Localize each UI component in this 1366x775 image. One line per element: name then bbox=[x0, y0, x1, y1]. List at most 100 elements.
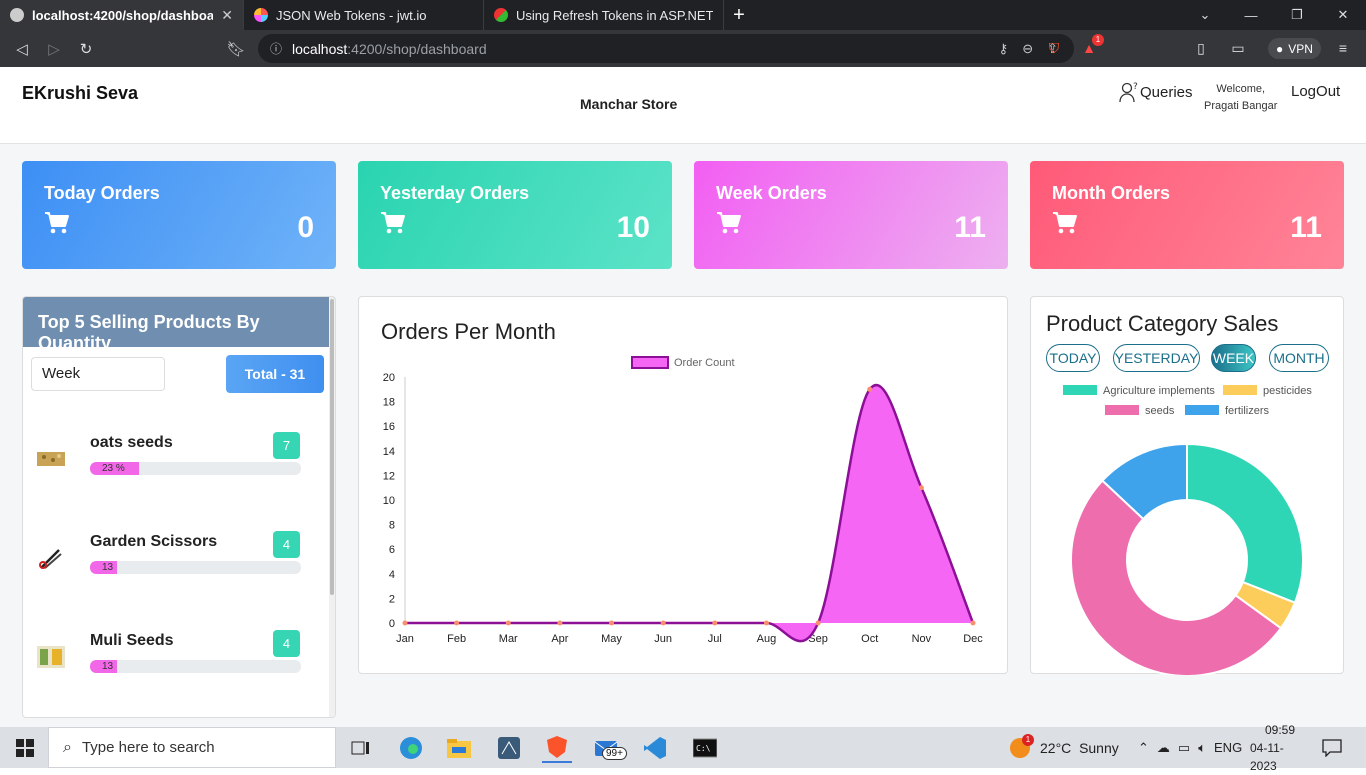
minimize-icon[interactable]: — bbox=[1228, 0, 1274, 30]
site-info-icon[interactable]: ⓘ bbox=[270, 40, 282, 57]
filter-month-button[interactable]: MONTH bbox=[1269, 344, 1329, 372]
chart-legend[interactable]: Order Count bbox=[631, 356, 735, 369]
vpn-button[interactable]: ● VPN bbox=[1268, 38, 1321, 59]
reload-icon[interactable]: ↻ bbox=[70, 34, 102, 64]
clock[interactable]: 09:59 04-11-2023 bbox=[1250, 723, 1310, 773]
y-tick-label: 12 bbox=[383, 470, 395, 482]
product-progress-fill: 13 % bbox=[90, 561, 118, 574]
new-tab-button[interactable]: + bbox=[724, 0, 754, 30]
browser-tab-jwt[interactable]: JSON Web Tokens - jwt.io bbox=[244, 0, 484, 30]
brave-taskbar-icon[interactable] bbox=[542, 733, 572, 763]
mail-icon[interactable]: 99+ bbox=[592, 733, 627, 763]
x-tick-label: Dec bbox=[963, 633, 983, 645]
language-indicator[interactable]: ENG bbox=[1214, 740, 1242, 755]
bookmark-icon[interactable]: 🔖︎ bbox=[220, 34, 252, 64]
y-tick-label: 4 bbox=[389, 569, 395, 581]
terminal-icon[interactable]: C:\ bbox=[690, 733, 720, 763]
taskbar-search[interactable]: ⌕ Type here to search bbox=[48, 727, 336, 768]
garden-scissors-image bbox=[39, 549, 62, 569]
url-bar[interactable]: ⓘ localhost:4200/shop/dashboard ⚷ ⊖ ⇪ bbox=[258, 34, 1074, 63]
y-tick-label: 10 bbox=[383, 495, 395, 507]
network-icon[interactable]: ▭ bbox=[1178, 740, 1190, 756]
product-item[interactable]: Garden Scissors 13 % 4 bbox=[23, 528, 329, 588]
vscode-icon[interactable] bbox=[640, 733, 670, 763]
url-host: localhost bbox=[292, 40, 348, 57]
data-point[interactable] bbox=[918, 485, 924, 491]
brave-rewards-icon[interactable]: ▲ 1 bbox=[1076, 34, 1104, 61]
data-point[interactable] bbox=[867, 386, 873, 392]
data-point[interactable] bbox=[609, 620, 615, 626]
x-tick-label: Aug bbox=[757, 633, 777, 645]
filter-today-button[interactable]: TODAY bbox=[1046, 344, 1100, 372]
scrollbar-thumb[interactable] bbox=[330, 299, 334, 595]
product-progress-bar: 23 % bbox=[90, 462, 301, 475]
legend-item[interactable]: fertilizers bbox=[1185, 405, 1270, 417]
restore-icon[interactable]: ❐ bbox=[1274, 0, 1320, 30]
stat-card-1[interactable]: Today Orders 0 bbox=[22, 161, 336, 269]
close-window-icon[interactable]: ✕ bbox=[1320, 0, 1366, 30]
y-tick-label: 8 bbox=[389, 520, 395, 532]
data-point[interactable] bbox=[454, 620, 460, 626]
windows-start-icon[interactable] bbox=[10, 733, 40, 763]
data-point[interactable] bbox=[660, 620, 666, 626]
user-name: Pragati Bangar bbox=[1204, 100, 1278, 112]
data-point[interactable] bbox=[763, 620, 769, 626]
stat-card-2[interactable]: Yesterday Orders 10 bbox=[358, 161, 672, 269]
legend-item[interactable]: Agriculture implements bbox=[1063, 385, 1215, 397]
orders-chart-panel: Orders Per Month Order Count 0 2 4 6 8 10 12 14 1… bbox=[358, 296, 1008, 674]
notifications-icon[interactable] bbox=[1322, 727, 1342, 768]
data-point[interactable] bbox=[970, 620, 976, 626]
menu-icon[interactable]: ≡ bbox=[1330, 35, 1356, 61]
forward-icon[interactable]: ▷ bbox=[38, 34, 70, 64]
browser-tab-refresh-tokens[interactable]: Using Refresh Tokens in ASP.NET Core bbox=[484, 0, 724, 30]
oats-seeds-image bbox=[37, 452, 65, 466]
queries-link[interactable]: ? Queries bbox=[1118, 81, 1193, 103]
filter-yesterday-button[interactable]: YESTERDAY bbox=[1113, 344, 1200, 372]
brave-shield-icon[interactable]: ⛉ bbox=[1041, 35, 1067, 61]
data-point[interactable] bbox=[557, 620, 563, 626]
vpn-label: VPN bbox=[1288, 41, 1313, 56]
tab-search-icon[interactable]: ⌄ bbox=[1182, 0, 1228, 30]
logout-link[interactable]: LogOut bbox=[1291, 83, 1340, 100]
brand-title[interactable]: EKrushi Seva bbox=[22, 83, 138, 104]
shopping-cart-icon bbox=[1053, 212, 1077, 234]
close-tab-icon[interactable]: ✕ bbox=[221, 7, 233, 24]
orders-line-chart: Order Count 0 2 4 6 8 10 12 14 16 18 20 Jan Feb Mar Apr… bbox=[383, 356, 983, 645]
product-item[interactable]: oats seeds 23 % 7 bbox=[23, 429, 329, 489]
legend-item[interactable]: seeds bbox=[1105, 405, 1175, 417]
product-item[interactable]: Muli Seeds 13 % 4 bbox=[23, 627, 329, 687]
wallet-icon[interactable]: ▭ bbox=[1225, 35, 1251, 61]
data-point[interactable] bbox=[712, 620, 718, 626]
donut-slice[interactable] bbox=[1186, 442, 1304, 605]
git-app-icon[interactable] bbox=[494, 733, 524, 763]
stat-card-title: Week Orders bbox=[716, 183, 827, 203]
data-point[interactable] bbox=[815, 620, 821, 626]
stat-card-3[interactable]: Week Orders 11 bbox=[694, 161, 1008, 269]
top-products-title: Top 5 Selling Products By Quantity bbox=[23, 297, 335, 353]
scrollbar[interactable] bbox=[329, 297, 335, 717]
x-tick-label: Feb bbox=[447, 633, 466, 645]
total-button[interactable]: Total - 31 bbox=[226, 355, 324, 393]
period-select[interactable]: Week bbox=[31, 357, 165, 391]
key-icon[interactable]: ⚷ bbox=[999, 41, 1009, 57]
browser-tab-dashboard[interactable]: localhost:4200/shop/dashboard ✕ bbox=[0, 0, 244, 30]
legend-item[interactable]: pesticides bbox=[1223, 385, 1312, 397]
back-icon[interactable]: ◁ bbox=[6, 34, 38, 64]
zoom-icon[interactable]: ⊖ bbox=[1022, 41, 1033, 57]
onedrive-icon[interactable]: ☁ bbox=[1157, 740, 1170, 756]
data-point[interactable] bbox=[505, 620, 511, 626]
x-tick-label: Nov bbox=[912, 633, 932, 645]
weather-widget[interactable]: 1 22°C Sunny bbox=[1010, 727, 1119, 768]
stat-card-value: 0 bbox=[297, 211, 314, 244]
data-point[interactable] bbox=[402, 620, 408, 626]
sidebar-icon[interactable]: ▯ bbox=[1188, 35, 1214, 61]
file-explorer-icon[interactable] bbox=[444, 733, 474, 763]
x-tick-label: Jun bbox=[654, 633, 672, 645]
volume-icon[interactable]: 🔈︎ bbox=[1198, 740, 1206, 756]
task-view-icon[interactable] bbox=[346, 733, 376, 763]
edge-icon[interactable] bbox=[396, 733, 426, 763]
filter-week-button[interactable]: WEEK bbox=[1211, 344, 1256, 372]
x-tick-label: Oct bbox=[861, 633, 878, 645]
chevron-up-icon[interactable]: ⌃ bbox=[1138, 740, 1149, 756]
stat-card-4[interactable]: Month Orders 11 bbox=[1030, 161, 1344, 269]
